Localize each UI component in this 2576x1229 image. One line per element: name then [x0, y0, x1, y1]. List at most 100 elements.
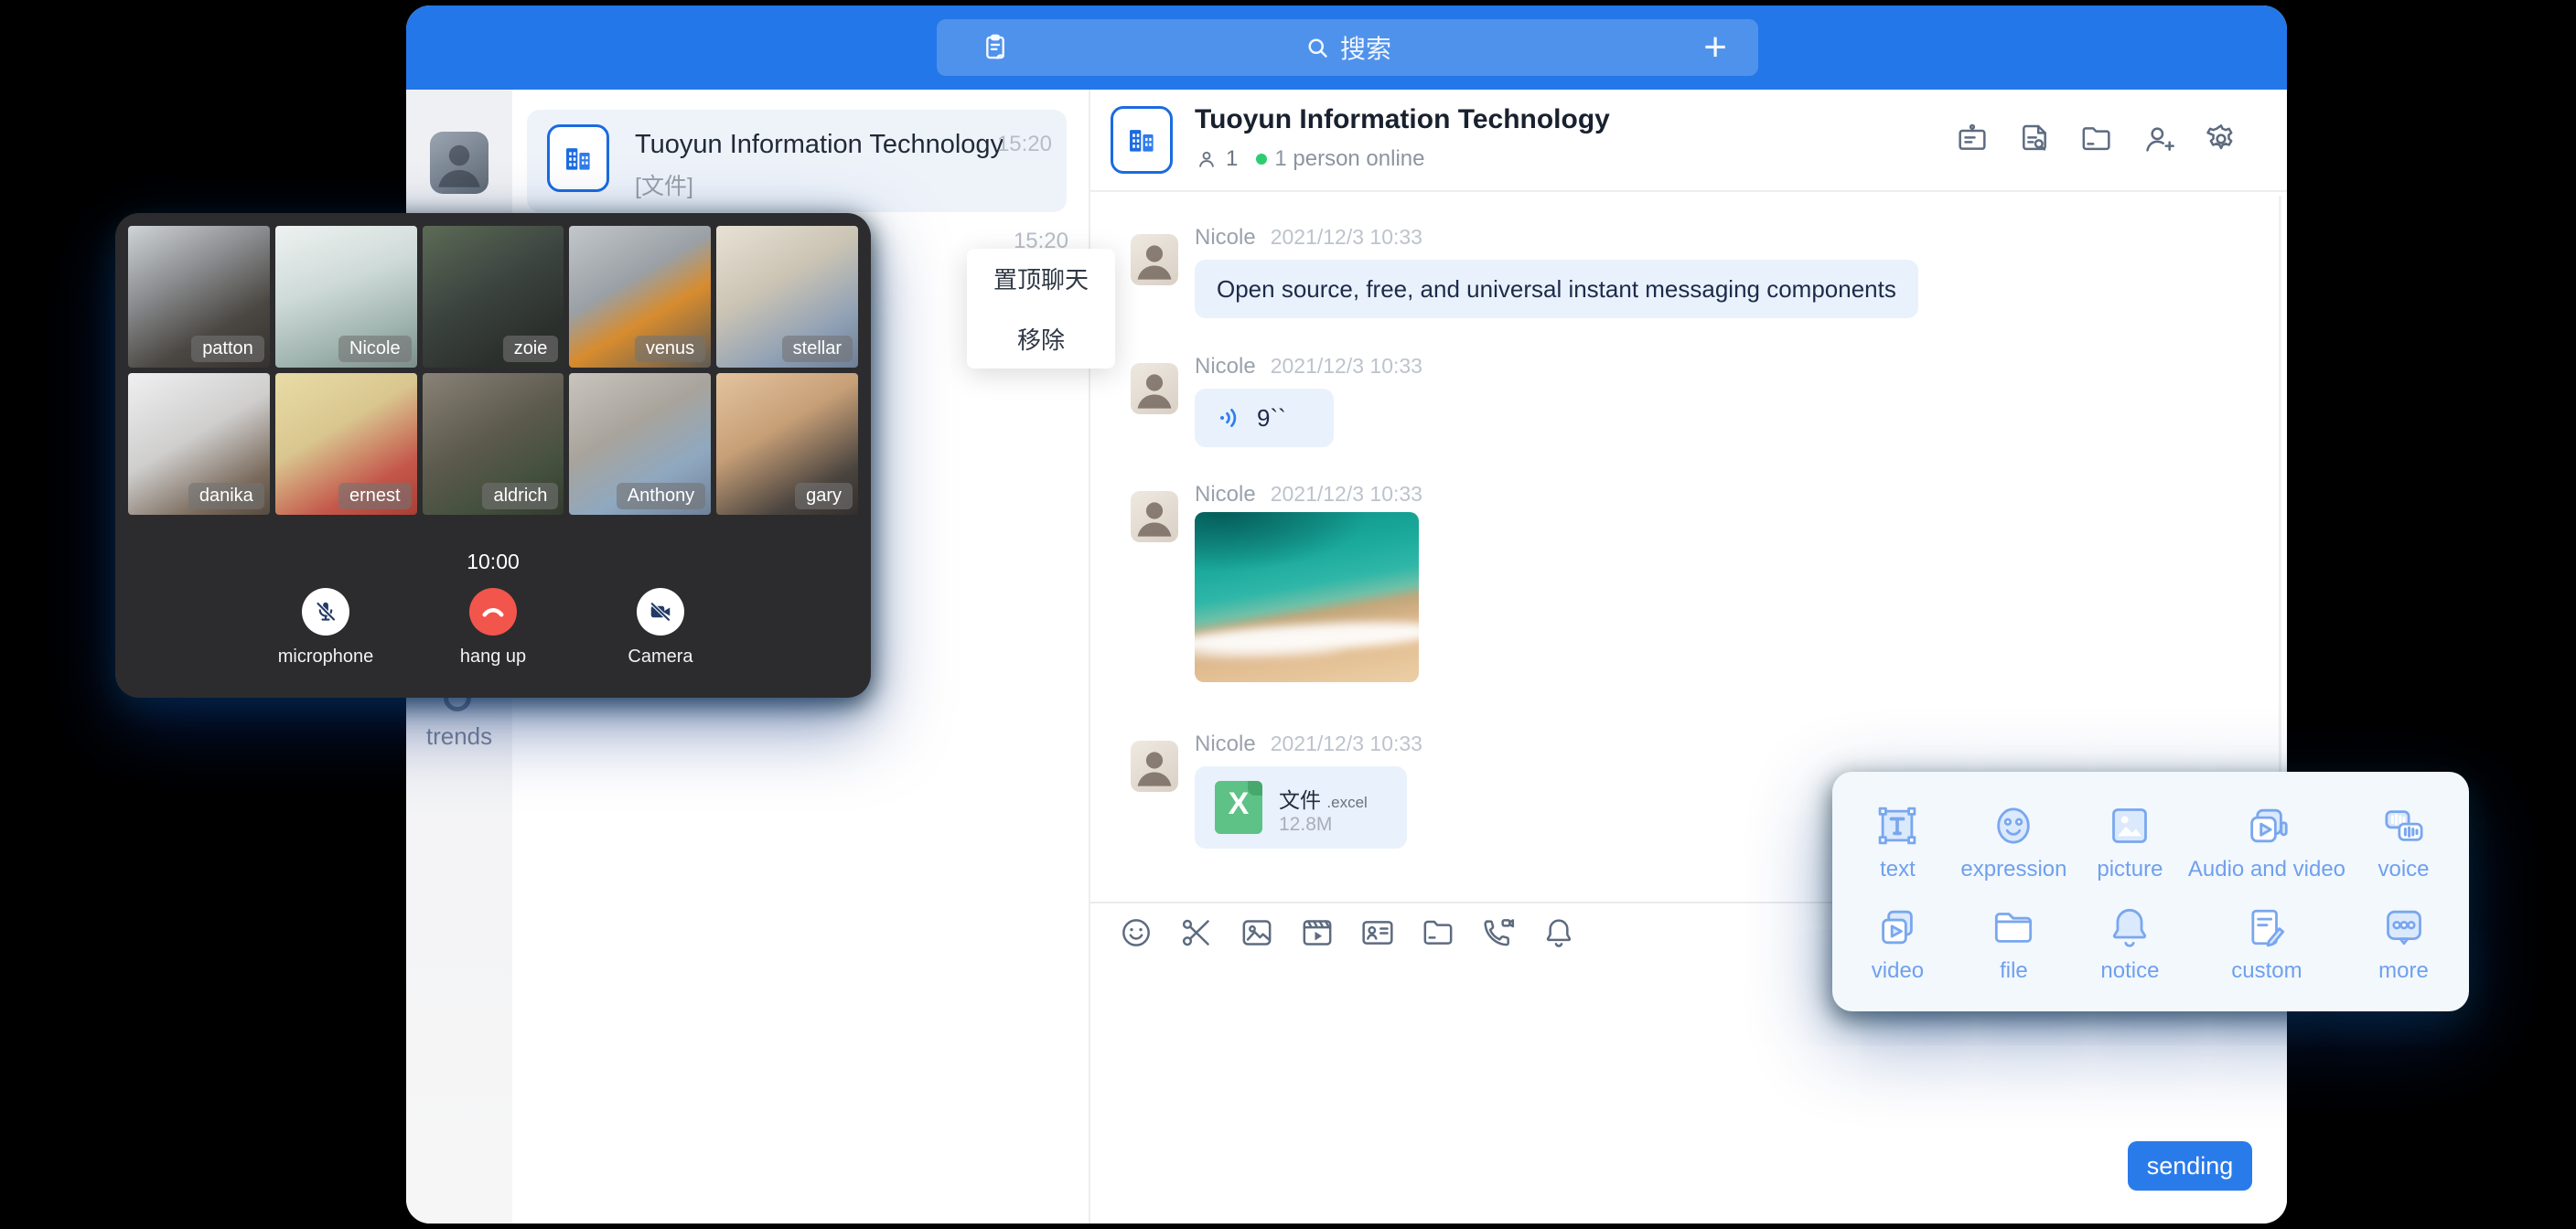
picture-icon [2104, 800, 2155, 851]
popup-item-label: voice [2378, 857, 2430, 882]
popup-item-picture[interactable]: picture [2072, 790, 2188, 892]
group-avatar [1111, 106, 1173, 174]
popup-item-expression[interactable]: expression [1956, 790, 2072, 892]
participant-name: Nicole [338, 336, 412, 362]
audio-video-icon [2241, 800, 2292, 851]
popup-item-audio-and-video[interactable]: Audio and video [2188, 790, 2345, 892]
screenshot-icon[interactable] [1178, 914, 1215, 951]
sender-avatar[interactable] [1131, 491, 1178, 542]
popup-item-label: custom [2231, 958, 2302, 984]
video-call-icon[interactable] [1480, 914, 1517, 951]
popup-item-label: more [2378, 958, 2429, 984]
sender-avatar[interactable] [1131, 363, 1178, 414]
sender-name: Nicole [1195, 354, 1256, 379]
popup-item-video[interactable]: video [1840, 892, 1956, 993]
voice-icon [2378, 800, 2430, 851]
video-tile: danika [128, 373, 270, 515]
participant-name: aldrich [482, 483, 558, 509]
file-size: 12.8M [1279, 814, 1332, 836]
voice-message-bubble[interactable]: 9`` [1195, 389, 1334, 447]
voice-icon [1217, 404, 1244, 432]
file-message-card[interactable]: X 文件 .excel 12.8M [1195, 766, 1407, 849]
popup-item-file[interactable]: file [1956, 892, 2072, 993]
popup-item-label: expression [1960, 857, 2066, 882]
popup-item-custom[interactable]: custom [2188, 892, 2345, 993]
popup-item-label: text [1880, 857, 1916, 882]
send-button[interactable]: sending [2128, 1141, 2252, 1191]
notice-icon [2104, 902, 2155, 953]
participant-name: ernest [338, 483, 412, 509]
video-tile: Nicole [275, 226, 417, 368]
participant-name: danika [188, 483, 264, 509]
participant-name: venus [635, 336, 705, 362]
sender-avatar[interactable] [1131, 234, 1178, 285]
search-bar[interactable]: 搜索 + [937, 19, 1758, 76]
popup-item-label: video [1872, 958, 1924, 984]
menu-item-remove[interactable]: 移除 [967, 309, 1115, 369]
text-message-bubble[interactable]: Open source, free, and universal instant… [1195, 260, 1918, 318]
voice-duration: 9`` [1257, 404, 1286, 433]
video-grid: pattonNicolezoievenusstellardanikaernest… [128, 226, 858, 515]
participant-name: stellar [782, 336, 853, 362]
video-tile: zoie [423, 226, 564, 368]
my-avatar[interactable] [430, 132, 488, 194]
add-button[interactable]: + [1703, 23, 1727, 72]
popup-item-label: file [2000, 958, 2028, 984]
conversation-title: Tuoyun Information Technology [635, 130, 1004, 160]
search-placeholder[interactable]: 搜索 [1340, 29, 1391, 66]
sender-name: Nicole [1195, 225, 1256, 251]
picture-icon[interactable] [1239, 914, 1275, 951]
video-icon [1872, 902, 1923, 953]
image-message[interactable] [1195, 512, 1419, 682]
excel-file-icon: X [1215, 781, 1262, 834]
popup-item-text[interactable]: text [1840, 790, 1956, 892]
camera-muted-button[interactable] [637, 588, 684, 636]
file-icon[interactable] [1420, 914, 1456, 951]
popup-item-more[interactable]: more [2345, 892, 2462, 993]
sender-avatar[interactable] [1131, 741, 1178, 792]
nav-item-trends[interactable]: trends [406, 722, 512, 751]
message-time: 2021/12/3 10:33 [1271, 482, 1422, 507]
members-icon [1195, 147, 1218, 171]
popup-item-voice[interactable]: voice [2345, 790, 2462, 892]
popup-item-label: notice [2100, 958, 2159, 984]
sender-name: Nicole [1195, 732, 1256, 757]
settings-icon[interactable] [2203, 121, 2239, 157]
video-icon[interactable] [1299, 914, 1336, 951]
participant-name: Anthony [617, 483, 705, 509]
top-bar: 搜索 + [406, 5, 2287, 90]
search-icon [1304, 34, 1331, 61]
file-ext: .excel [1326, 794, 1367, 811]
popup-item-label: picture [2097, 857, 2163, 882]
call-duration: 10:00 [115, 550, 871, 574]
chat-header-actions [1954, 121, 2239, 157]
video-call-window: pattonNicolezoievenusstellardanikaernest… [115, 213, 871, 698]
custom-icon [2241, 902, 2292, 953]
conversation-preview: [文件] [635, 168, 693, 201]
participant-name: gary [795, 483, 853, 509]
video-tile: gary [716, 373, 858, 515]
chat-record-icon[interactable] [979, 31, 1012, 64]
menu-item-pin-chat[interactable]: 置顶聊天 [967, 249, 1115, 309]
message-toolbar [1118, 914, 1577, 951]
folder-icon[interactable] [2078, 121, 2115, 157]
doc-search-icon[interactable] [2016, 121, 2053, 157]
participant-name: zoie [503, 336, 559, 362]
popup-item-notice[interactable]: notice [2072, 892, 2188, 993]
hang-up-button[interactable] [469, 588, 517, 636]
control-label: microphone [278, 647, 374, 668]
chat-header: Tuoyun Information Technology 1 1 person… [1090, 90, 2287, 192]
contact-card-icon[interactable] [1359, 914, 1396, 951]
file-name: 文件 [1279, 788, 1321, 812]
add-member-icon[interactable] [2141, 121, 2177, 157]
mic-muted-button[interactable] [302, 588, 349, 636]
file-icon [1988, 902, 2039, 953]
popup-item-label: Audio and video [2188, 857, 2345, 882]
notice-icon[interactable] [1540, 914, 1577, 951]
emoji-icon[interactable] [1118, 914, 1154, 951]
notice-board-icon[interactable] [1954, 121, 1991, 157]
conversation-item-selected[interactable]: Tuoyun Information Technology [文件] 15:20 [527, 110, 1067, 212]
video-tile: venus [569, 226, 711, 368]
video-tile: stellar [716, 226, 858, 368]
message-time: 2021/12/3 10:33 [1271, 732, 1422, 756]
